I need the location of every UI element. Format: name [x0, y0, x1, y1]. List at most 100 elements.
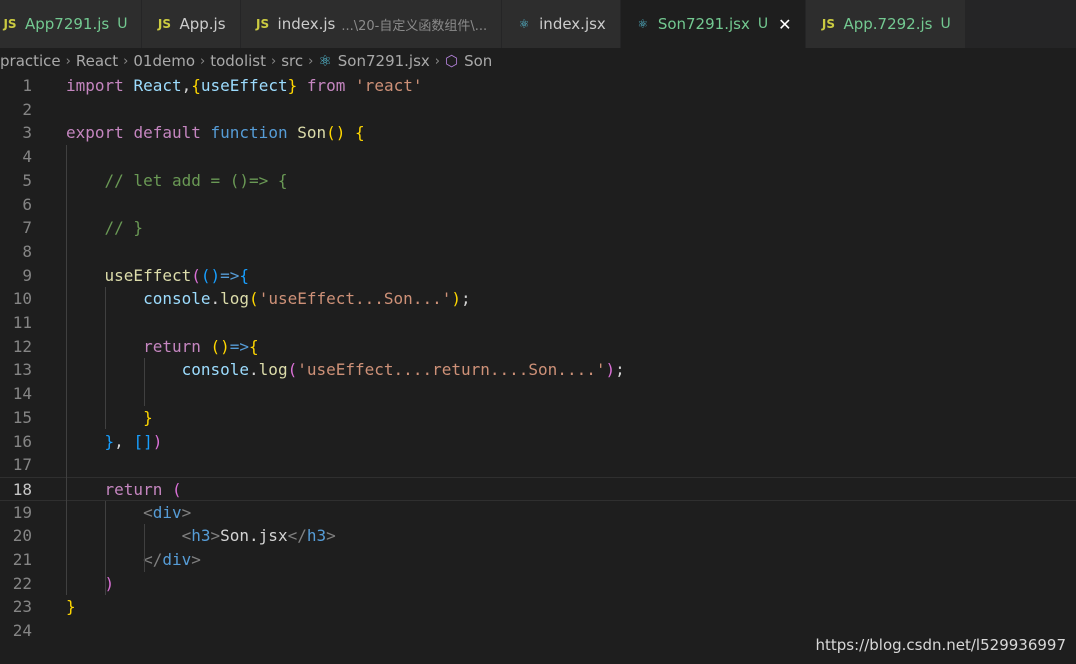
code-token: ( [191, 265, 201, 285]
code-token: [] [133, 431, 153, 451]
indent-guide [66, 145, 67, 596]
code-token: ) [152, 431, 163, 451]
indent-guide [105, 287, 106, 430]
code-line[interactable]: 20 <h3>Son.jsx</h3> [0, 524, 1076, 548]
code-line[interactable]: 14 [0, 382, 1076, 406]
code-line[interactable]: 7 // } [0, 216, 1076, 240]
code-line[interactable]: 21 </div> [0, 548, 1076, 572]
tab-app7291-js[interactable]: JS App7291.js U [0, 0, 143, 48]
breadcrumb-chevron-icon: › [123, 53, 129, 69]
code-line[interactable]: 10 console.log('useEffect...Son...'); [0, 287, 1076, 311]
code-line[interactable]: 12 return ()=>{ [0, 335, 1076, 359]
code-text: } [66, 595, 76, 619]
code-line[interactable]: 19 <div> [0, 501, 1076, 525]
code-token: log [220, 289, 250, 309]
code-line[interactable]: 22 ) [0, 572, 1076, 596]
code-editor[interactable]: 1 import React,{useEffect} from 'react' 2 3… [0, 74, 1076, 664]
code-line[interactable]: 16 }, []) [0, 430, 1076, 454]
tab-son7291-jsx[interactable]: ⚛ Son7291.jsx U ✕ [620, 0, 807, 48]
line-number: 1 [22, 76, 32, 95]
line-number: 7 [22, 218, 32, 238]
tab-index-jsx[interactable]: ⚛ index.jsx [502, 0, 621, 48]
breadcrumb-item[interactable]: React [76, 52, 118, 70]
line-number: 22 [12, 573, 32, 593]
breadcrumb-item[interactable]: todolist [210, 52, 266, 70]
code-line[interactable]: 4 [0, 145, 1076, 169]
code-text: <div> [66, 501, 191, 525]
code-line[interactable]: 15 } [0, 406, 1076, 430]
line-number: 2 [22, 99, 32, 119]
code-text: import React,{useEffect} from 'react' [66, 74, 422, 98]
code-line[interactable]: 23} [0, 595, 1076, 619]
close-tab-icon[interactable]: ✕ [778, 15, 791, 34]
code-token: log [258, 360, 288, 380]
javascript-file-icon: JS [821, 17, 836, 31]
javascript-file-icon: JS [157, 17, 172, 31]
tab-label: App7291.js [25, 15, 110, 33]
code-line[interactable]: 5 // let add = ()=> { [0, 169, 1076, 193]
code-token: 'useEffect....return....Son....' [297, 360, 606, 380]
code-line[interactable]: 6 [0, 193, 1076, 217]
line-number: 20 [12, 526, 32, 546]
code-line[interactable]: 9 useEffect(()=>{ [0, 264, 1076, 288]
line-number: 4 [22, 147, 32, 167]
code-token: => [220, 265, 240, 285]
tab-index-js[interactable]: JS index.js ...\20-自定义函数组件\... [240, 0, 503, 48]
code-text: return ( [66, 478, 182, 502]
code-token: useEffect [104, 265, 192, 285]
code-line[interactable]: 3 export default function Son() { [0, 121, 1076, 145]
code-token: import [66, 76, 124, 95]
code-token: { [249, 336, 259, 356]
breadcrumb-item[interactable]: practice [0, 52, 61, 70]
line-number: 3 [22, 123, 32, 143]
code-token: { [355, 123, 365, 143]
line-number: 24 [12, 621, 32, 641]
code-token: () [200, 265, 221, 285]
tab-label: App.js [179, 15, 226, 33]
code-token: from [306, 76, 346, 95]
code-line[interactable]: 18 return ( [0, 476, 1076, 502]
code-token: // let add = ()=> { [104, 170, 288, 190]
breadcrumb-item[interactable]: Son7291.jsx [338, 52, 430, 70]
code-text: return ()=>{ [66, 335, 259, 359]
code-token: 'useEffect...Son...' [258, 289, 452, 309]
react-file-icon: ⚛ [518, 17, 530, 31]
tab-label: index.jsx [539, 15, 606, 33]
code-token: div [152, 502, 182, 522]
tab-app-7292-js[interactable]: JS App.7292.js U [806, 0, 966, 48]
code-line[interactable]: 8 [0, 240, 1076, 264]
code-line[interactable]: 1 import React,{useEffect} from 'react' [0, 74, 1076, 98]
code-line[interactable]: 2 [0, 98, 1076, 122]
code-text: export default function Son() { [66, 121, 365, 145]
breadcrumb-item[interactable]: src [281, 52, 303, 70]
breadcrumb-item[interactable]: 01demo [133, 52, 195, 70]
code-token: ; [615, 360, 625, 380]
code-token: > [181, 502, 192, 522]
tab-app-js[interactable]: JS App.js [142, 0, 241, 48]
indent-guide [105, 500, 106, 596]
line-number: 21 [12, 550, 32, 569]
code-token: > [191, 550, 201, 569]
code-token: } [104, 431, 115, 451]
breadcrumb-item[interactable]: Son [464, 52, 492, 70]
tab-label: index.js [277, 15, 336, 33]
code-line[interactable]: 13 console.log('useEffect....return....S… [0, 358, 1076, 382]
code-line[interactable]: 11 [0, 311, 1076, 335]
breadcrumb-chevron-icon: › [200, 53, 206, 69]
code-token: h3 [306, 526, 327, 546]
code-token: ( [287, 360, 298, 380]
code-line[interactable]: 17 [0, 453, 1076, 477]
indent-guide [144, 358, 145, 406]
line-number: 17 [12, 455, 32, 475]
code-token: } [66, 597, 76, 617]
code-token: ) [451, 289, 461, 309]
code-token: } [287, 76, 298, 95]
code-token: return [143, 336, 201, 356]
tab-label: App.7292.js [843, 15, 933, 33]
